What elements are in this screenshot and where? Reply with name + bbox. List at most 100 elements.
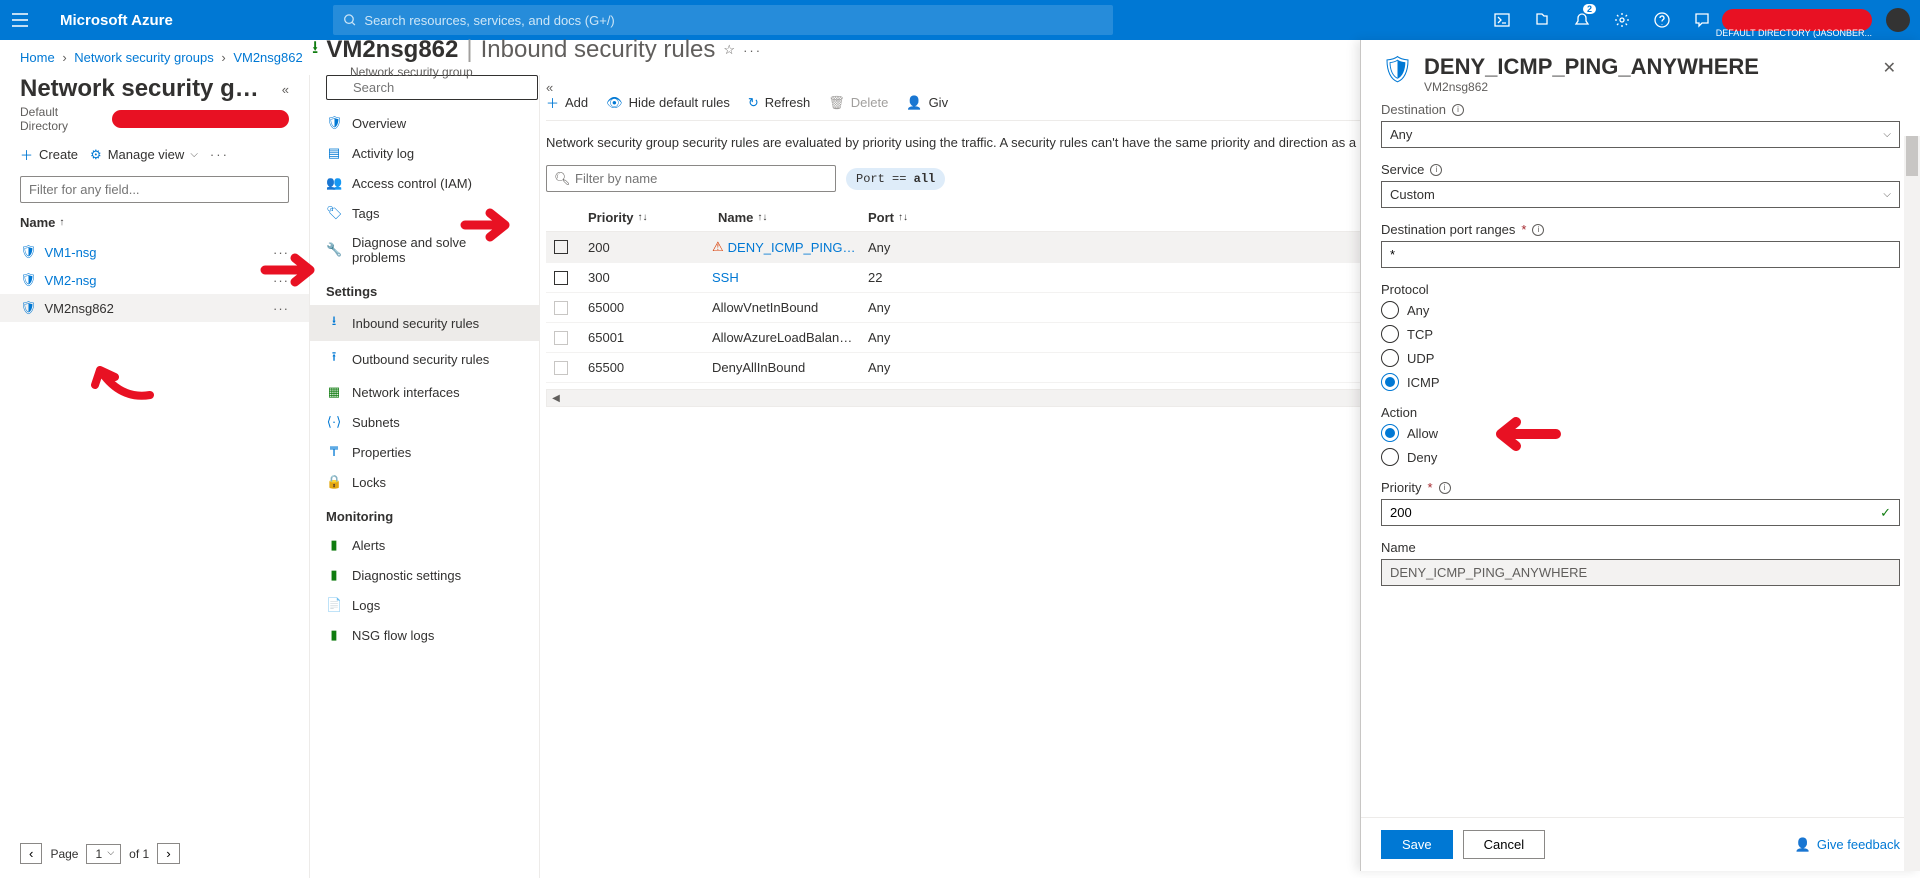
help-icon[interactable] [1642, 0, 1682, 40]
list-filter-input[interactable] [20, 176, 289, 203]
nsg-list-item[interactable]: 🛡VM1-nsg··· [0, 238, 309, 266]
collapse-list-icon[interactable]: « [282, 82, 289, 97]
more-commands[interactable]: ··· [210, 147, 229, 162]
breadcrumb-current[interactable]: VM2nsg862 [233, 50, 302, 65]
subnet-icon: ⟨·⟩ [326, 414, 342, 430]
more-actions[interactable]: ··· [743, 43, 762, 58]
menu-activity-log[interactable]: ▤Activity log [310, 138, 539, 168]
item-more[interactable]: ··· [273, 245, 289, 260]
save-button[interactable]: Save [1381, 830, 1453, 859]
gear-icon: ⚙ [90, 147, 102, 163]
menu-logs[interactable]: 📄Logs [310, 590, 539, 620]
dport-label: Destination port ranges * i [1381, 222, 1900, 237]
priority-input[interactable]: ✓ [1381, 499, 1900, 526]
name-label: Name [1381, 540, 1900, 555]
hamburger-menu[interactable] [0, 0, 40, 40]
search-icon [343, 13, 357, 27]
rule-name-link[interactable]: SSH [712, 270, 862, 285]
nsg-list-item[interactable]: 🛡VM2nsg862··· [0, 294, 309, 322]
col-name[interactable]: Name↑↓ [712, 210, 862, 225]
breadcrumb-home[interactable]: Home [20, 50, 55, 65]
row-checkbox[interactable] [554, 240, 568, 254]
create-button[interactable]: ＋ Create [20, 145, 78, 164]
nsg-list-item[interactable]: 🛡VM2-nsg··· [0, 266, 309, 294]
avatar[interactable] [1886, 8, 1910, 32]
next-page-button[interactable]: › [157, 843, 179, 864]
properties-icon: ₸ [326, 444, 342, 460]
action-radio-allow[interactable]: Allow [1381, 424, 1900, 442]
scrollbar-thumb[interactable] [1906, 136, 1918, 176]
scroll-left-icon[interactable]: ◀ [547, 393, 565, 404]
shield-icon: 🛡 [20, 244, 37, 260]
directories-icon[interactable] [1522, 0, 1562, 40]
radio-icon [1381, 448, 1399, 466]
item-more[interactable]: ··· [273, 273, 289, 288]
row-checkbox[interactable] [554, 301, 568, 315]
menu-outbound-rules[interactable]: ⭱Outbound security rules [310, 341, 539, 377]
settings-icon[interactable] [1602, 0, 1642, 40]
menu-iam[interactable]: 👥Access control (IAM) [310, 168, 539, 198]
log-icon: ▤ [326, 145, 342, 161]
row-checkbox[interactable] [554, 271, 568, 285]
info-icon[interactable]: i [1452, 104, 1464, 116]
breadcrumb-nsg[interactable]: Network security groups [74, 50, 213, 65]
give-feedback-link[interactable]: 👤 Give feedback [1795, 837, 1900, 853]
menu-section-settings: Settings [310, 272, 539, 305]
favorite-star-icon[interactable]: ☆ [723, 42, 735, 58]
protocol-radio-any[interactable]: Any [1381, 301, 1900, 319]
notifications-icon[interactable]: 2 [1562, 0, 1602, 40]
protocol-radio-udp[interactable]: UDP [1381, 349, 1900, 367]
manage-view-button[interactable]: ⚙ Manage view ⌵ [90, 147, 198, 163]
page-select[interactable]: 1 ⌵ [86, 844, 121, 864]
action-radio-deny[interactable]: Deny [1381, 448, 1900, 466]
row-checkbox[interactable] [554, 331, 568, 345]
menu-network-interfaces[interactable]: ▦Network interfaces [310, 377, 539, 407]
port-filter-pill[interactable]: Port == all [846, 168, 945, 190]
menu-inbound-rules[interactable]: ⭳Inbound security rules [310, 305, 539, 341]
row-checkbox[interactable] [554, 361, 568, 375]
menu-alerts[interactable]: ▮Alerts [310, 530, 539, 560]
refresh-button[interactable]: ↻Refresh [748, 95, 810, 111]
info-icon[interactable]: i [1532, 224, 1544, 236]
service-select[interactable]: Custom ⌵ [1381, 181, 1900, 208]
vertical-scrollbar[interactable] [1904, 136, 1920, 871]
info-icon[interactable]: i [1430, 164, 1442, 176]
menu-locks[interactable]: 🔒Locks [310, 467, 539, 497]
add-rule-button[interactable]: ＋Add [546, 93, 588, 112]
rule-detail-panel: 🛡 DENY_ICMP_PING_ANYWHERE VM2nsg862 ✕ De… [1360, 40, 1920, 871]
resource-menu: 🔍︎ « 🛡Overview ▤Activity log 👥Access con… [310, 75, 540, 878]
delete-button[interactable]: 🗑Delete [828, 95, 888, 111]
page-subtitle: Default Directory [20, 105, 289, 133]
menu-diagnose[interactable]: 🔧Diagnose and solve problems [310, 228, 539, 272]
diag-icon: ▮ [326, 567, 342, 583]
menu-subnets[interactable]: ⟨·⟩Subnets [310, 407, 539, 437]
cloud-shell-icon[interactable] [1482, 0, 1522, 40]
menu-nsg-flow-logs[interactable]: ▮NSG flow logs [310, 620, 539, 650]
rule-name-filter-input[interactable] [546, 165, 836, 192]
dport-input[interactable] [1381, 241, 1900, 268]
hide-default-button[interactable]: 👁Hide default rules [606, 95, 730, 111]
brand[interactable]: Microsoft Azure [40, 12, 193, 29]
service-label: Service i [1381, 162, 1900, 177]
menu-tags[interactable]: 🏷Tags [310, 198, 539, 228]
global-search-input[interactable] [364, 13, 1102, 28]
cancel-button[interactable]: Cancel [1463, 830, 1545, 859]
close-panel-button[interactable]: ✕ [1879, 54, 1900, 82]
rule-name-link[interactable]: ⚠DENY_ICMP_PING… [712, 239, 862, 255]
prev-page-button[interactable]: ‹ [20, 843, 42, 864]
protocol-radio-tcp[interactable]: TCP [1381, 325, 1900, 343]
destination-select[interactable]: Any ⌵ [1381, 121, 1900, 148]
name-column-header[interactable]: Name ↑ [20, 215, 289, 230]
protocol-radio-icmp[interactable]: ICMP [1381, 373, 1900, 391]
global-search[interactable] [333, 5, 1113, 35]
menu-diagnostic-settings[interactable]: ▮Diagnostic settings [310, 560, 539, 590]
menu-overview[interactable]: 🛡Overview [310, 108, 539, 138]
menu-properties[interactable]: ₸Properties [310, 437, 539, 467]
col-priority[interactable]: Priority↑↓ [582, 210, 712, 225]
col-port[interactable]: Port↑↓ [862, 210, 942, 225]
item-more[interactable]: ··· [273, 301, 289, 316]
radio-icon [1381, 349, 1399, 367]
info-icon[interactable]: i [1439, 482, 1451, 494]
give-feedback-button[interactable]: 👤Giv [906, 95, 948, 111]
logs-icon: 📄 [326, 597, 342, 613]
